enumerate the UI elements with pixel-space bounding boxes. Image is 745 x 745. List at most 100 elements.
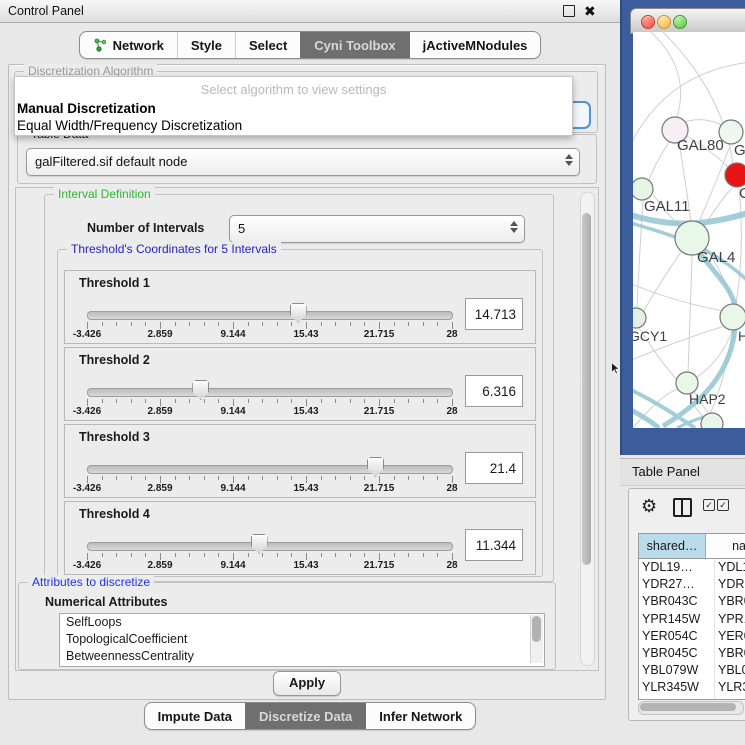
threshold-value-field[interactable]: 21.4 (465, 452, 523, 484)
tab-network[interactable]: Network (80, 32, 177, 58)
attribute-list-item[interactable]: SelfLoops (60, 614, 544, 631)
table-row[interactable]: YDL19…YDL1 (639, 559, 745, 576)
cell-name[interactable]: YBR0 (715, 593, 745, 610)
cell-shared-name[interactable]: YPR145W (639, 611, 715, 628)
close-icon[interactable]: ✖ (584, 1, 596, 21)
network-node-label: GA (734, 142, 745, 159)
threshold-value-field[interactable]: 11.344 (465, 529, 523, 561)
cell-name[interactable]: YLR3 (715, 679, 745, 696)
checkbox-icons[interactable]: ✓ ✓ (703, 499, 729, 511)
cell-name[interactable]: YBR0 (715, 645, 745, 662)
threshold-label: Threshold 1 (79, 276, 150, 290)
tab-discretize-data[interactable]: Discretize Data (245, 703, 365, 729)
slider-tick-labels: -3.4262.8599.14415.4321.71528 (87, 406, 452, 418)
network-node[interactable] (720, 304, 745, 330)
node-table-header: shared… na (639, 534, 745, 559)
threshold-slider-track[interactable] (87, 311, 453, 320)
network-window-titlebar[interactable] (630, 8, 745, 34)
number-of-intervals-combobox[interactable]: 5 (229, 215, 525, 243)
tab-jactivemnodules-label: jActiveMNodules (423, 38, 528, 53)
cell-shared-name[interactable]: YER054C (639, 628, 715, 645)
threshold-slider-thumb[interactable] (251, 534, 268, 554)
checkbox-checked-icon[interactable]: ✓ (703, 499, 715, 511)
table-row[interactable]: YIL052CYIL0 (639, 697, 745, 701)
tab-impute-data-label: Impute Data (158, 709, 232, 724)
tab-cyni-toolbox-label: Cyni Toolbox (314, 38, 395, 53)
cell-shared-name[interactable]: YLR345W (639, 679, 715, 696)
numerical-attributes-list[interactable]: SelfLoopsTopologicalCoefficientBetweenne… (59, 613, 545, 667)
thresholds-group: Threshold's Coordinates for 5 Intervals … (57, 249, 543, 577)
table-row[interactable]: YDR27…YDR2 (639, 576, 745, 593)
cell-name[interactable]: YDR2 (715, 576, 745, 593)
threshold-slider-track[interactable] (87, 465, 453, 474)
algorithm-option-equal-width[interactable]: Equal Width/Frequency Discretization (15, 117, 572, 134)
tab-jactivemnodules[interactable]: jActiveMNodules (409, 32, 541, 58)
slider-tick-labels: -3.4262.8599.14415.4321.71528 (87, 329, 452, 341)
zoom-traffic-light[interactable] (673, 15, 687, 29)
tab-impute-data[interactable]: Impute Data (145, 703, 245, 729)
network-node[interactable] (725, 163, 745, 187)
threshold-value-field[interactable]: 6.316 (465, 375, 523, 407)
attribute-list-item[interactable]: BetweennessCentrality (60, 648, 544, 665)
threshold-slider-thumb[interactable] (290, 303, 307, 323)
table-row[interactable]: YBR045CYBR0 (639, 645, 745, 662)
cell-shared-name[interactable]: YIL052C (639, 697, 715, 701)
cell-shared-name[interactable]: YBR045C (639, 645, 715, 662)
settings-vertical-scrollbar[interactable] (580, 192, 595, 666)
table-data-combobox[interactable]: galFiltered.sif default node (26, 148, 580, 176)
cell-shared-name[interactable]: YDR27… (639, 576, 715, 593)
cell-name[interactable]: YPR1 (715, 611, 745, 628)
attributes-list-scrollbar[interactable] (530, 615, 543, 663)
cell-name[interactable]: YER0 (715, 628, 745, 645)
attribute-list-item[interactable]: TopologicalCoefficient (60, 631, 544, 648)
threshold-slider-track[interactable] (87, 388, 453, 397)
network-node[interactable] (633, 178, 653, 200)
table-data-selected-value: galFiltered.sif default node (35, 154, 187, 169)
checkbox-checked-icon[interactable]: ✓ (717, 499, 729, 511)
threshold-label: Threshold 2 (79, 353, 150, 367)
column-header-shared-name[interactable]: shared… (639, 534, 706, 558)
cell-shared-name[interactable]: YBL079W (639, 662, 715, 679)
bottom-tab-group: Impute Data Discretize Data Infer Networ… (144, 702, 477, 730)
table-row[interactable]: YER054CYER0 (639, 628, 745, 645)
cell-name[interactable]: YDL1 (715, 559, 745, 576)
cell-shared-name[interactable]: YDL19… (639, 559, 715, 576)
tab-select[interactable]: Select (235, 32, 300, 58)
columns-icon[interactable] (673, 498, 692, 517)
network-node-label: GAL80 (677, 137, 724, 154)
float-window-icon[interactable] (563, 5, 575, 17)
top-tab-group: Network Style Select Cyni Toolbox jActiv… (79, 31, 542, 59)
tab-infer-network-label: Infer Network (379, 709, 462, 724)
threshold-slider-thumb[interactable] (192, 380, 209, 400)
table-row[interactable]: YBR043CYBR0 (639, 593, 745, 610)
table-horizontal-scrollbar[interactable] (638, 701, 744, 715)
algorithm-placeholder-option[interactable]: Select algorithm to view settings (15, 77, 572, 100)
column-header-name[interactable]: na (706, 534, 745, 558)
tab-cyni-toolbox[interactable]: Cyni Toolbox (300, 32, 408, 58)
cyni-toolbox-panel: Discretization Algorithm Select algorith… (8, 64, 606, 700)
minimize-traffic-light[interactable] (657, 15, 671, 29)
tab-select-label: Select (249, 38, 287, 53)
interval-definition-title: Interval Definition (54, 187, 155, 201)
threshold-slider-thumb[interactable] (367, 457, 384, 477)
table-row[interactable]: YBL079WYBL0 (639, 662, 745, 679)
close-traffic-light[interactable] (641, 15, 655, 29)
apply-button[interactable]: Apply (273, 671, 341, 696)
tab-style[interactable]: Style (177, 32, 235, 58)
algorithm-option-manual[interactable]: Manual Discretization (15, 100, 572, 117)
cell-name[interactable]: YBL0 (715, 662, 745, 679)
cell-shared-name[interactable]: YBR043C (639, 593, 715, 610)
mouse-cursor (611, 362, 621, 375)
tab-infer-network[interactable]: Infer Network (365, 703, 475, 729)
network-canvas[interactable]: GAL80GACGAL11GAL4HGCY1HAP2 (633, 32, 745, 428)
threshold-value-field[interactable]: 14.713 (465, 298, 523, 330)
table-row[interactable]: YLR345WYLR3 (639, 679, 745, 696)
cell-name[interactable]: YIL0 (715, 697, 745, 701)
threshold-box-3: Threshold 3-3.4262.8599.14415.4321.71528… (64, 424, 536, 498)
table-row[interactable]: YPR145WYPR1 (639, 611, 745, 628)
network-node-label: C (739, 185, 745, 202)
gear-icon[interactable]: ⚙ (641, 496, 657, 517)
threshold-box-2: Threshold 2 -3.4262.8599.14415.4321.71528… (64, 347, 536, 421)
network-view-window: GAL80GACGAL11GAL4HGCY1HAP2 (620, 0, 745, 455)
threshold-slider-track[interactable] (87, 542, 453, 551)
